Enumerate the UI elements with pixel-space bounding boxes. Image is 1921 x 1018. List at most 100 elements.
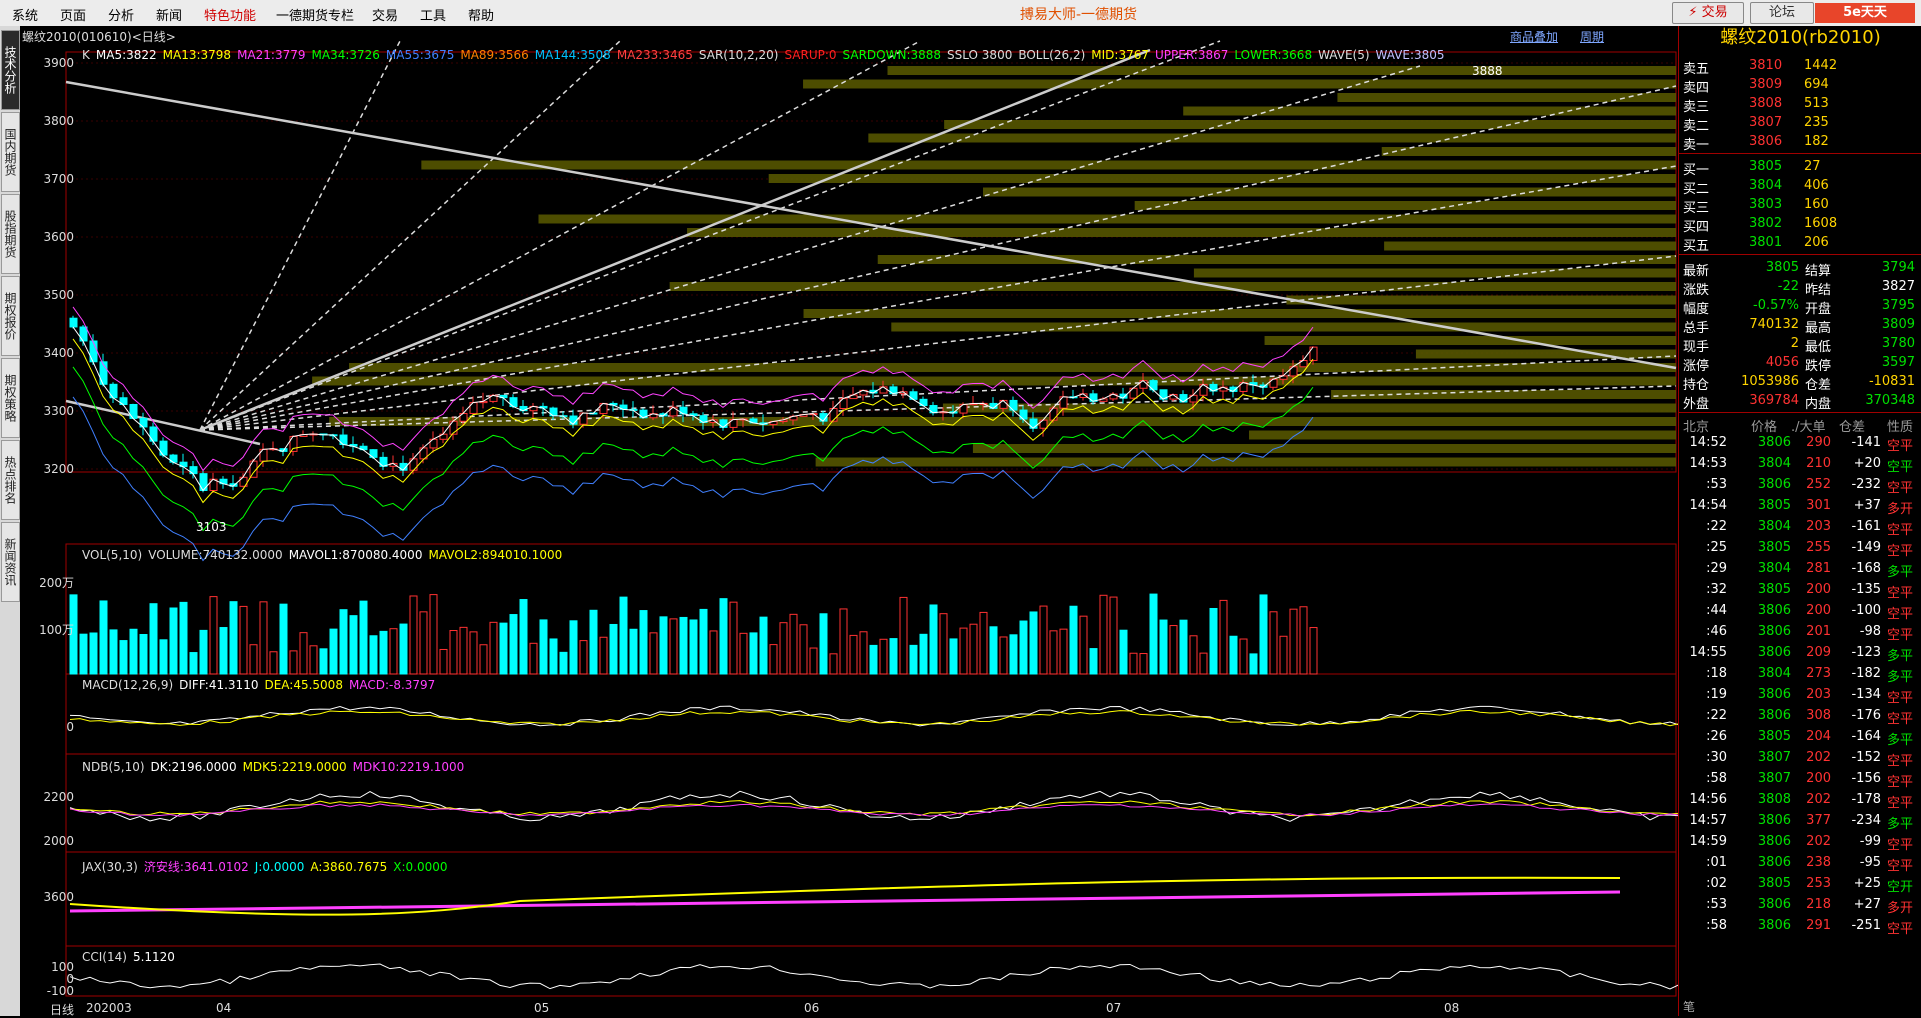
tab-options-strategy[interactable]: 期权策略 — [1, 358, 20, 438]
tick-time: 14:56 — [1689, 792, 1727, 807]
volume-profile-bar — [1193, 268, 1676, 278]
tick-time: :58 — [1706, 771, 1727, 786]
menu-help[interactable]: 帮助 — [468, 5, 494, 24]
volume-bar — [939, 613, 948, 675]
ask-row[interactable]: 卖二 3807 235 — [1679, 113, 1921, 134]
tick-nature: 空平 — [1887, 460, 1914, 475]
tick-row[interactable]: :22 3804 203 -161 空平 — [1679, 516, 1921, 538]
tick-row[interactable]: 14:59 3806 202 -99 空平 — [1679, 831, 1921, 853]
legend-item: MA233:3465 — [616, 48, 693, 62]
volume-bar — [1279, 635, 1288, 675]
ask-volume: 694 — [1804, 77, 1829, 92]
menu-news[interactable]: 新闻 — [156, 5, 182, 24]
volume-bar — [1159, 619, 1168, 675]
tick-row[interactable]: :19 3806 203 -134 空平 — [1679, 684, 1921, 706]
tick-row[interactable]: :53 3806 218 +27 多开 — [1679, 894, 1921, 916]
left-tab-bar: 技术分析 国内期货 股指期货 期权报价 期权策略 热点排名 新闻资讯 — [0, 26, 21, 1016]
volume-bar — [799, 624, 808, 675]
volume-bar — [579, 640, 588, 675]
stat-value: 3794 — [1881, 260, 1915, 275]
tick-row[interactable]: :29 3804 281 -168 多平 — [1679, 558, 1921, 580]
tick-row[interactable]: :01 3806 238 -95 空平 — [1679, 852, 1921, 874]
tick-nature: 空平 — [1887, 754, 1914, 769]
divider — [1679, 153, 1921, 154]
tick-row[interactable]: :53 3806 252 -232 空平 — [1679, 474, 1921, 496]
tick-row[interactable]: :02 3805 253 +25 空开 — [1679, 873, 1921, 895]
tick-row[interactable]: :26 3805 204 -164 多平 — [1679, 726, 1921, 748]
legend-item: BOLL(26,2) — [1018, 48, 1086, 62]
tick-row[interactable]: :22 3806 308 -176 空平 — [1679, 705, 1921, 727]
main-indicator-legend: K MA5:3822 MA13:3798 MA21:3779 MA34:3726 MA55… — [82, 48, 1451, 62]
volume-bar — [139, 634, 148, 675]
menu-yide-column[interactable]: 一德期货专栏 — [276, 5, 354, 24]
ask-row[interactable]: 卖五 3810 1442 — [1679, 56, 1921, 77]
menu-analysis[interactable]: 分析 — [108, 5, 134, 24]
tick-row[interactable]: :44 3806 200 -100 空平 — [1679, 600, 1921, 622]
bid-row[interactable]: 买五 3801 206 — [1679, 233, 1921, 254]
chart-area[interactable]: 螺纹2010(010610)<日线> 商品叠加 周期 K MA5:3822 MA13… — [20, 26, 1678, 1018]
forum-button[interactable]: 论坛 — [1750, 2, 1814, 24]
menu-trade[interactable]: 交易 — [372, 5, 398, 24]
ask-volume: 513 — [1804, 96, 1829, 111]
bid-row[interactable]: 买三 3803 160 — [1679, 195, 1921, 216]
x-label: 06 — [804, 1001, 820, 1015]
ask-row[interactable]: 卖三 3808 513 — [1679, 94, 1921, 115]
tab-news-info[interactable]: 新闻资讯 — [1, 522, 20, 602]
tick-row[interactable]: 14:56 3808 202 -178 空平 — [1679, 789, 1921, 811]
menu-system[interactable]: 系统 — [12, 5, 38, 24]
tab-index-futures[interactable]: 股指期货 — [1, 194, 20, 274]
tick-row[interactable]: :18 3804 273 -182 多平 — [1679, 663, 1921, 685]
volume-bar — [1059, 628, 1068, 675]
volume-bar — [109, 629, 118, 675]
trade-button[interactable]: ⚡ 交易 — [1672, 2, 1744, 24]
tick-oi-change: -141 — [1851, 435, 1881, 450]
tick-row[interactable]: 14:53 3804 210 +20 空平 — [1679, 453, 1921, 475]
tab-domestic-futures[interactable]: 国内期货 — [1, 112, 20, 192]
menu-bar: 系统 页面 分析 新闻 特色功能 一德期货专栏 交易 工具 帮助 搏易大师-一德… — [0, 0, 1921, 27]
tick-oi-change: -95 — [1859, 855, 1881, 870]
tick-time: :46 — [1706, 624, 1727, 639]
volume-bar — [549, 638, 558, 675]
bid-row[interactable]: 买一 3805 27 — [1679, 157, 1921, 178]
tick-row[interactable]: :58 3806 291 -251 空平 — [1679, 915, 1921, 937]
menu-tools[interactable]: 工具 — [420, 5, 446, 24]
tick-row[interactable]: :32 3805 200 -135 空平 — [1679, 579, 1921, 601]
volume-bar — [729, 601, 738, 675]
volume-bar — [89, 632, 98, 675]
stat-value: 2 — [1790, 336, 1799, 351]
legend-item: SSLO 3800 — [947, 48, 1013, 62]
stat-value: 3597 — [1881, 355, 1915, 370]
legend-item: 济安线:3641.0102 — [143, 860, 249, 874]
stat-row: 幅度 -0.57% 开盘 3795 — [1679, 296, 1921, 317]
tick-row[interactable]: :30 3807 202 -152 空平 — [1679, 747, 1921, 769]
bid-row[interactable]: 买四 3802 1608 — [1679, 214, 1921, 235]
tick-row[interactable]: :25 3805 255 -149 空平 — [1679, 537, 1921, 559]
tick-oi-change: +27 — [1853, 897, 1881, 912]
tick-row[interactable]: 14:55 3806 209 -123 多平 — [1679, 642, 1921, 664]
volume-bar — [919, 633, 928, 675]
menu-special[interactable]: 特色功能 — [204, 5, 256, 24]
tick-oi-change: -232 — [1851, 477, 1881, 492]
volume-bar — [1199, 652, 1208, 675]
bid-row[interactable]: 买二 3804 406 — [1679, 176, 1921, 197]
tab-hot-ranking[interactable]: 热点排名 — [1, 440, 20, 520]
jax-ji-an-line — [69, 890, 1621, 913]
tick-row[interactable]: 14:54 3805 301 +37 多开 — [1679, 495, 1921, 517]
ask-row[interactable]: 卖四 3809 694 — [1679, 75, 1921, 96]
menu-page[interactable]: 页面 — [60, 5, 86, 24]
bid-volume: 160 — [1804, 197, 1829, 212]
y-tick: 3200 — [43, 462, 74, 476]
bid-price: 3805 — [1749, 159, 1783, 174]
period-link[interactable]: 周期 — [1580, 28, 1604, 45]
tab-technical-analysis[interactable]: 技术分析 — [1, 30, 20, 110]
tick-row[interactable]: :46 3806 201 -98 空平 — [1679, 621, 1921, 643]
tick-row[interactable]: :58 3807 200 -156 空平 — [1679, 768, 1921, 790]
tick-row[interactable]: 14:52 3806 290 -141 空平 — [1679, 432, 1921, 454]
period-label[interactable]: 日线 — [50, 1001, 74, 1018]
stat-row: 持仓 1053986 仓差 -10831 — [1679, 372, 1921, 393]
ask-row[interactable]: 卖一 3806 182 — [1679, 132, 1921, 153]
volume-bar — [489, 621, 498, 675]
tick-row[interactable]: 14:57 3806 377 -234 多平 — [1679, 810, 1921, 832]
tab-options-quote[interactable]: 期权报价 — [1, 276, 20, 356]
commodity-overlay-link[interactable]: 商品叠加 — [1510, 28, 1558, 45]
